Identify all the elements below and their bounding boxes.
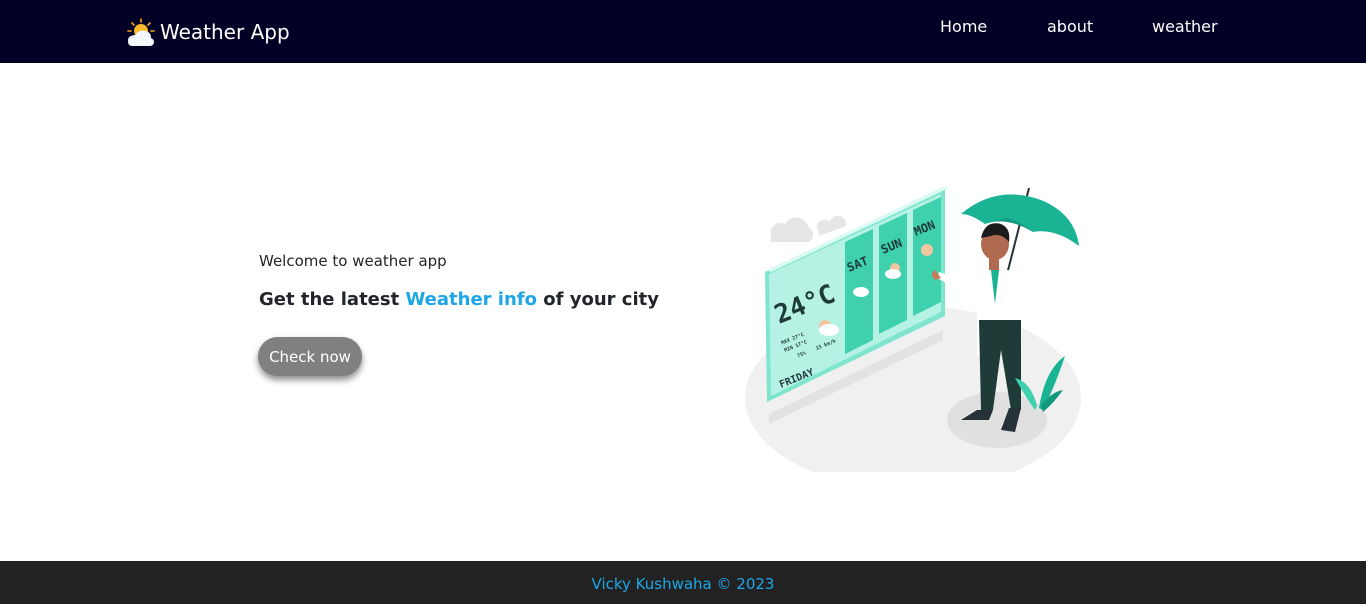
- sun-behind-cloud-icon: [127, 18, 155, 46]
- check-now-button[interactable]: Check now: [258, 337, 362, 376]
- headline-end: of your city: [537, 289, 659, 310]
- weather-illustration: SAT SUN MON 24°C FRIDAY MAX 27°C MIN 17°…: [745, 186, 1081, 472]
- brand-name: Weather App: [160, 20, 290, 44]
- nav-link-home[interactable]: Home: [940, 17, 987, 36]
- footer-copyright: Vicky Kushwaha © 2023: [591, 575, 775, 593]
- welcome-text: Welcome to weather app: [259, 252, 447, 270]
- hero-headline: Get the latest Weather info of your city: [259, 289, 659, 310]
- hero-text: Welcome to weather app Get the latest We…: [259, 252, 659, 310]
- footer: Vicky Kushwaha © 2023: [0, 561, 1366, 604]
- headline-accent: Weather info: [405, 289, 537, 310]
- nav-link-about[interactable]: about: [1047, 17, 1093, 36]
- brand-link[interactable]: Weather App: [124, 14, 290, 50]
- headline-start: Get the latest: [259, 289, 406, 310]
- nav-link-weather[interactable]: weather: [1152, 17, 1218, 36]
- top-navbar: Weather App Home about weather: [0, 0, 1366, 63]
